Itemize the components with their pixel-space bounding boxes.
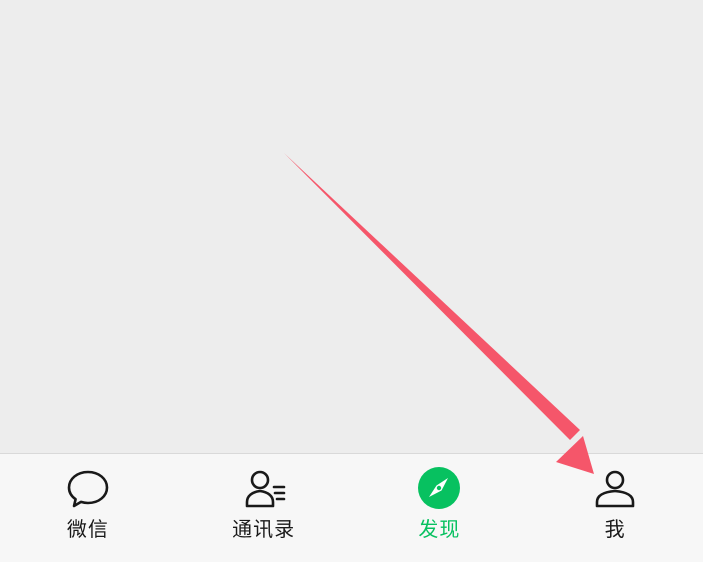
tab-me[interactable]: 我 xyxy=(527,454,703,562)
tab-label: 发现 xyxy=(418,517,461,541)
tab-label: 我 xyxy=(604,517,626,541)
compass-icon xyxy=(415,464,463,512)
tab-discover[interactable]: 发现 xyxy=(352,454,528,562)
contacts-icon xyxy=(240,464,288,512)
content-area xyxy=(0,0,703,453)
person-icon xyxy=(591,464,639,512)
wechat-screen: 微信 通讯录 发现 我 xyxy=(0,0,703,562)
tab-label: 通讯录 xyxy=(232,517,296,541)
chat-bubble-icon xyxy=(64,464,112,512)
bottom-tab-bar: 微信 通讯录 发现 我 xyxy=(0,453,703,562)
tab-contacts[interactable]: 通讯录 xyxy=(176,454,352,562)
tab-label: 微信 xyxy=(66,517,109,541)
tab-chats[interactable]: 微信 xyxy=(0,454,176,562)
